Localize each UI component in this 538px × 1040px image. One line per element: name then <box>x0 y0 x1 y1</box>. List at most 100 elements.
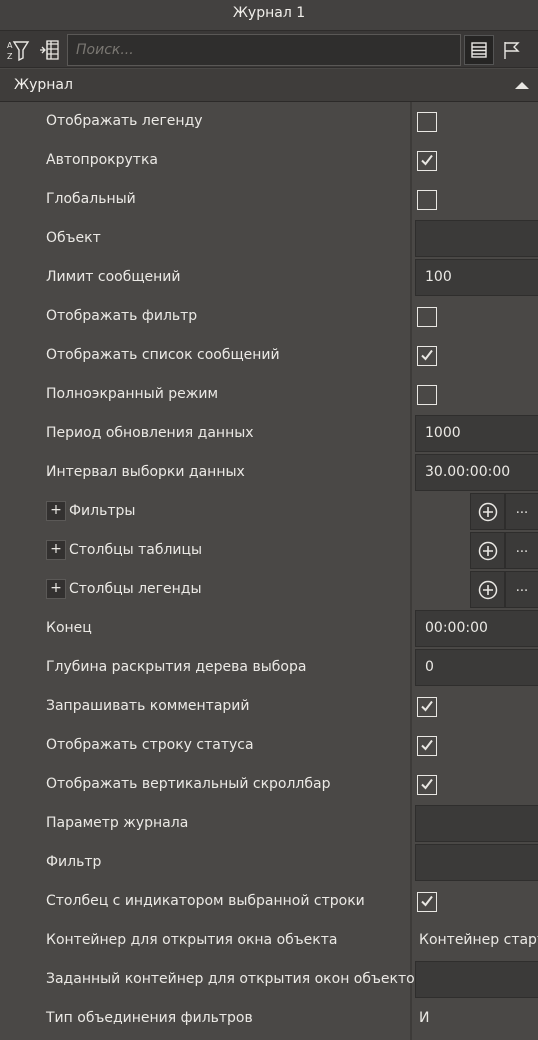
property-checkbox[interactable] <box>417 190 437 210</box>
edit-collection-button[interactable]: ... <box>505 571 538 608</box>
property-label: Тип объединения фильтров <box>46 1010 253 1026</box>
property-grid: Отображать легенду Автопрокрутка Глобальны… <box>0 102 538 1040</box>
check-icon <box>421 700 433 712</box>
property-row: Полноэкранный режим <box>0 375 538 414</box>
property-row: Лимит сообщений 100 <box>0 258 538 297</box>
property-label: Период обновления данных <box>46 425 254 441</box>
property-value-field[interactable]: 1000 <box>415 415 538 452</box>
property-row: Отображать строку статуса <box>0 726 538 765</box>
property-checkbox[interactable] <box>417 307 437 327</box>
property-row: Отображать список сообщений <box>0 336 538 375</box>
property-row: Конец 00:00:00 <box>0 609 538 648</box>
svg-text:A: A <box>7 41 13 50</box>
property-label: Отображать легенду <box>46 113 203 129</box>
property-checkbox[interactable] <box>417 346 437 366</box>
property-label: Отображать вертикальный скроллбар <box>46 776 331 792</box>
property-row: Автопрокрутка <box>0 141 538 180</box>
property-row: Тип объединения фильтров И <box>0 999 538 1038</box>
check-icon <box>421 778 433 790</box>
property-value-text[interactable]: Контейнер старто <box>419 921 538 960</box>
property-value-field[interactable] <box>415 805 538 842</box>
property-label: Глубина раскрытия дерева выбора <box>46 659 307 675</box>
events-button[interactable] <box>497 35 527 65</box>
plus-circle-icon <box>478 580 497 599</box>
plus-circle-icon <box>478 502 497 521</box>
property-row: + Столбцы таблицы... <box>0 531 538 570</box>
property-row: Интервал выборки данных 30.00:00:00 <box>0 453 538 492</box>
property-checkbox[interactable] <box>417 151 437 171</box>
add-item-button[interactable] <box>470 532 505 569</box>
property-row: + Столбцы легенды... <box>0 570 538 609</box>
property-checkbox[interactable] <box>417 736 437 756</box>
property-row: Отображать вертикальный скроллбар <box>0 765 538 804</box>
sort-az-filter-icon: A Z <box>7 41 30 62</box>
property-row: Фильтр <box>0 843 538 882</box>
property-row: Параметр журнала <box>0 804 538 843</box>
property-value-field[interactable]: 30.00:00:00 <box>415 454 538 491</box>
add-item-button[interactable] <box>470 571 505 608</box>
expand-button[interactable]: + <box>46 501 66 521</box>
property-row: + Фильтры... <box>0 492 538 531</box>
edit-collection-button[interactable]: ... <box>505 493 538 530</box>
property-value-field[interactable] <box>415 961 538 998</box>
check-icon <box>421 739 433 751</box>
property-value-text[interactable]: И <box>419 999 538 1038</box>
property-label: Заданный контейнер для открытия окон объ… <box>46 971 423 987</box>
property-label: Глобальный <box>46 191 136 207</box>
property-label: Столбец с индикатором выбранной строки <box>46 893 365 909</box>
property-checkbox[interactable] <box>417 112 437 132</box>
add-item-button[interactable] <box>470 493 505 530</box>
property-value-field[interactable]: 00:00:00 <box>415 610 538 647</box>
collapse-arrow-icon[interactable] <box>515 82 529 89</box>
property-value-field[interactable] <box>415 844 538 881</box>
property-label: Отображать фильтр <box>46 308 198 324</box>
property-label: Конец <box>46 620 92 636</box>
property-row: Отображать фильтр <box>0 297 538 336</box>
property-value-field[interactable]: 100 <box>415 259 538 296</box>
search-input[interactable] <box>67 34 461 66</box>
property-value-field[interactable]: 0 <box>415 649 538 686</box>
sort-filter-button[interactable]: A Z <box>3 35 33 65</box>
property-row: Период обновления данных 1000 <box>0 414 538 453</box>
property-value-field[interactable] <box>415 220 538 257</box>
property-row: Глобальный <box>0 180 538 219</box>
plus-circle-icon <box>478 541 497 560</box>
property-label: Отображать список сообщений <box>46 347 280 363</box>
svg-text:Z: Z <box>7 52 13 61</box>
flag-icon <box>504 42 520 59</box>
section-title: Журнал <box>14 77 73 93</box>
property-label: Параметр журнала <box>46 815 189 831</box>
property-checkbox[interactable] <box>417 697 437 717</box>
toolbar: A Z <box>0 30 538 68</box>
categorized-list-icon <box>40 40 59 60</box>
categorized-button[interactable] <box>35 35 65 65</box>
expand-button[interactable]: + <box>46 540 66 560</box>
property-label: Отображать строку статуса <box>46 737 254 753</box>
expand-button[interactable]: + <box>46 579 66 599</box>
property-label: Фильтры <box>69 503 136 519</box>
property-label: Автопрокрутка <box>46 152 158 168</box>
property-checkbox[interactable] <box>417 892 437 912</box>
property-label: Столбцы легенды <box>69 581 202 597</box>
property-row: Отображать легенду <box>0 102 538 141</box>
property-row: Контейнер для открытия окна объекта Конте… <box>0 921 538 960</box>
section-header-journal[interactable]: Журнал <box>0 69 538 102</box>
property-label: Лимит сообщений <box>46 269 181 285</box>
properties-view-button[interactable] <box>464 35 494 65</box>
check-icon <box>421 895 433 907</box>
edit-collection-button[interactable]: ... <box>505 532 538 569</box>
list-icon <box>471 42 487 58</box>
property-row: Глубина раскрытия дерева выбора 0 <box>0 648 538 687</box>
property-label: Объект <box>46 230 101 246</box>
check-icon <box>421 349 433 361</box>
property-checkbox[interactable] <box>417 385 437 405</box>
property-row: Объект <box>0 219 538 258</box>
property-label: Контейнер для открытия окна объекта <box>46 932 338 948</box>
property-label: Интервал выборки данных <box>46 464 245 480</box>
property-label: Запрашивать комментарий <box>46 698 250 714</box>
property-checkbox[interactable] <box>417 775 437 795</box>
property-row: Заданный контейнер для открытия окон объ… <box>0 960 538 999</box>
window-title: Журнал 1 <box>0 0 538 30</box>
property-label: Полноэкранный режим <box>46 386 219 402</box>
property-label: Фильтр <box>46 854 102 870</box>
